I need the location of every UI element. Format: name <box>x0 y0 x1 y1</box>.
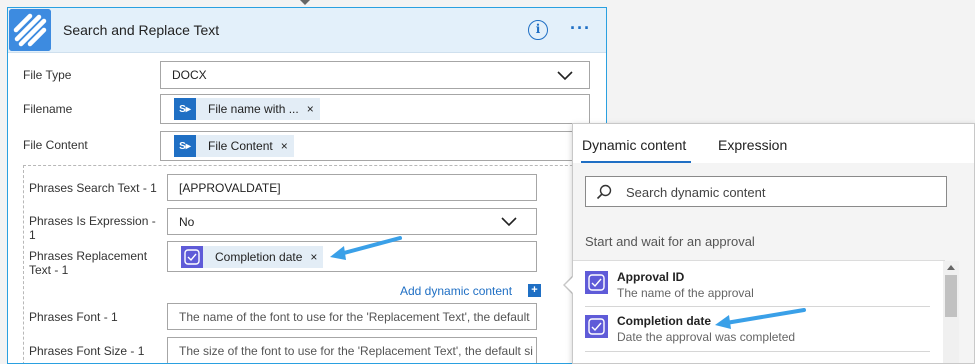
phrases-replacement-text-label-2: Text - 1 <box>29 263 69 277</box>
filename-token-label: File name with ... <box>208 102 299 116</box>
scroll-thumb[interactable] <box>945 275 957 317</box>
phrases-replacement-text-label: Phrases Replacement <box>29 249 148 263</box>
card-title: Search and Replace Text <box>63 22 220 38</box>
phrases-font-input[interactable]: The name of the font to use for the 'Rep… <box>167 303 537 330</box>
filename-token[interactable]: S▸ File name with ... × <box>174 98 320 120</box>
phrases-font-label: Phrases Font - 1 <box>29 310 118 324</box>
add-dynamic-content-plus-icon[interactable]: + <box>528 284 541 297</box>
info-icon[interactable]: i <box>528 20 548 40</box>
search-placeholder: Search dynamic content <box>626 185 766 200</box>
encodian-logo-icon <box>9 9 51 51</box>
section-start-and-wait-for-approval[interactable]: Start and wait for an approval <box>585 234 755 249</box>
phrases-is-expression-dropdown[interactable]: No <box>167 208 537 235</box>
item-title: Approval ID <box>617 270 685 284</box>
approval-icon <box>585 315 608 338</box>
phrases-is-expression-label-2: 1 <box>29 228 36 242</box>
filename-field[interactable]: S▸ File name with ... × <box>160 94 590 124</box>
phrases-is-expression-value: No <box>179 215 195 229</box>
file-type-dropdown[interactable]: DOCX <box>160 61 590 89</box>
search-dynamic-content-input[interactable]: Search dynamic content <box>585 176 947 207</box>
phrases-search-text-value: [APPROVALDATE] <box>179 181 281 195</box>
panel-scrollbar[interactable] <box>943 261 959 363</box>
item-title: Completion date <box>617 314 712 328</box>
file-type-label: File Type <box>23 68 72 82</box>
chevron-down-icon <box>500 216 518 228</box>
sharepoint-icon: S▸ <box>174 98 196 120</box>
file-content-token-label: File Content <box>208 139 273 153</box>
remove-token-icon[interactable]: × <box>310 250 323 264</box>
completion-date-token[interactable]: Completion date × <box>181 246 324 268</box>
approval-icon <box>585 271 608 294</box>
search-and-replace-text-card: Search and Replace Text i ··· File Type … <box>7 7 607 364</box>
tab-dynamic-content[interactable]: Dynamic content <box>582 137 686 153</box>
flow-connector-arrow <box>300 0 310 5</box>
file-content-label: File Content <box>23 138 88 152</box>
remove-token-icon[interactable]: × <box>281 139 294 153</box>
phrases-font-size-input[interactable]: The size of the font to use for the 'Rep… <box>167 337 537 363</box>
file-type-value: DOCX <box>172 68 207 82</box>
completion-date-token-label: Completion date <box>215 250 303 264</box>
tab-expression[interactable]: Expression <box>718 137 787 153</box>
phrases-font-placeholder: The name of the font to use for the 'Rep… <box>179 310 530 324</box>
add-dynamic-content-link[interactable]: Add dynamic content <box>400 284 512 298</box>
card-header[interactable]: Search and Replace Text i ··· <box>8 8 606 53</box>
phrases-search-text-label: Phrases Search Text - 1 <box>29 181 157 195</box>
item-divider <box>585 351 930 352</box>
phrases-search-text-input[interactable]: [APPROVALDATE] <box>167 174 537 201</box>
chevron-down-icon <box>556 70 574 82</box>
remove-token-icon[interactable]: × <box>307 102 320 116</box>
scroll-up-icon[interactable] <box>947 265 955 270</box>
phrases-font-size-label: Phrases Font Size - 1 <box>29 344 145 358</box>
annotation-arrow-icon <box>715 308 806 329</box>
file-content-token[interactable]: S▸ File Content × <box>174 135 294 157</box>
more-options-icon[interactable]: ··· <box>570 18 591 39</box>
phrases-is-expression-label: Phrases Is Expression - <box>29 214 156 228</box>
file-content-field[interactable]: S▸ File Content × <box>160 131 590 161</box>
sharepoint-icon: S▸ <box>174 135 196 157</box>
search-icon <box>596 184 612 200</box>
item-description: The name of the approval <box>617 286 754 300</box>
panel-pointer-inner <box>565 277 573 293</box>
approval-icon <box>181 246 203 268</box>
annotation-arrow-icon <box>330 236 402 260</box>
phrases-font-size-placeholder: The size of the font to use for the 'Rep… <box>179 344 533 358</box>
filename-label: Filename <box>23 102 73 116</box>
